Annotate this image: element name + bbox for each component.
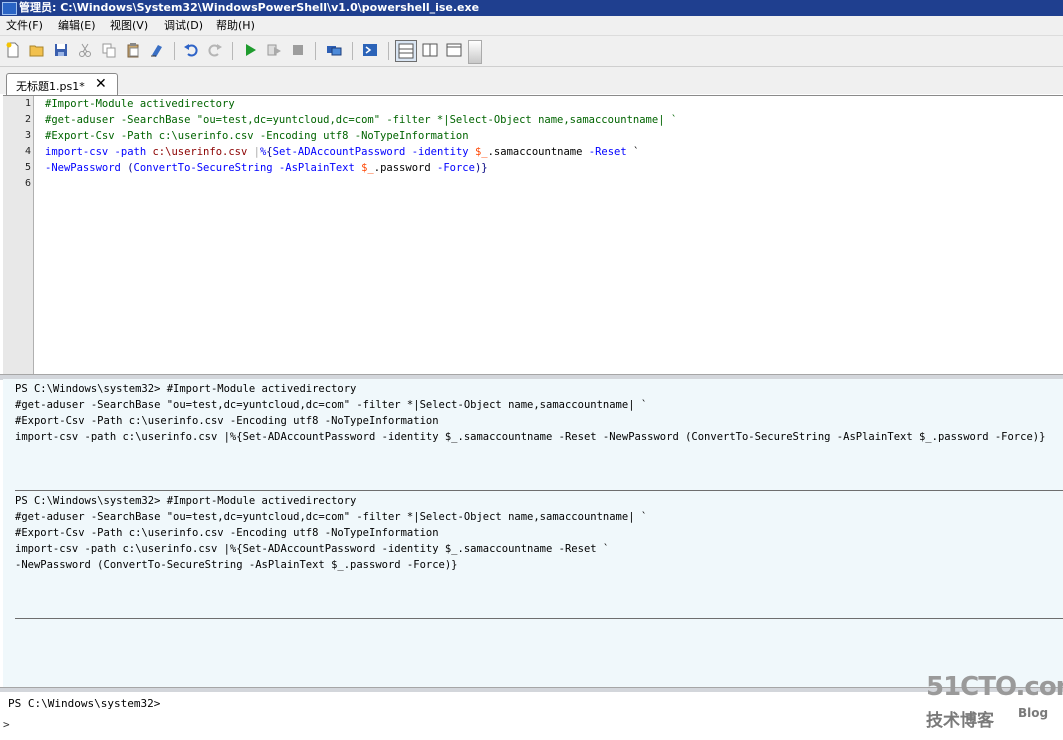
code-line: #Import-Module activedirectory bbox=[45, 96, 235, 112]
code-token: -AsPlainText bbox=[278, 162, 355, 174]
output-line: import-csv -path c:\userinfo.csv |%{Set-… bbox=[15, 431, 1046, 443]
menu-help[interactable]: 帮助(H) bbox=[214, 16, 257, 35]
tab-label: 无标题1.ps1* bbox=[16, 80, 85, 93]
line-number: 2 bbox=[24, 114, 31, 125]
code-token: c:\userinfo.csv bbox=[152, 146, 248, 158]
output-divider bbox=[15, 490, 1063, 491]
powershell-icon[interactable] bbox=[360, 40, 380, 60]
command-pane[interactable]: PS C:\Windows\system32> > bbox=[0, 692, 1063, 740]
code-token: import-csv bbox=[45, 146, 109, 158]
menu-bar: 文件(F) 编辑(E) 视图(V) 调试(D) 帮助(H) bbox=[0, 16, 1063, 36]
output-line: PS C:\Windows\system32> #Import-Module a… bbox=[15, 383, 357, 395]
save-icon[interactable] bbox=[51, 40, 71, 60]
line-number: 1 bbox=[24, 98, 31, 109]
code-token: -path bbox=[114, 146, 147, 158]
run-selection-icon[interactable] bbox=[264, 40, 284, 60]
output-line: -NewPassword (ConvertTo-SecureString -As… bbox=[15, 559, 458, 571]
code-line: -NewPassword (ConvertTo-SecureString -As… bbox=[45, 160, 488, 176]
code-token: #Import-Module activedirectory bbox=[45, 98, 235, 110]
watermark-blog: Blog bbox=[1018, 706, 1049, 720]
output-line: #Export-Csv -Path c:\userinfo.csv -Encod… bbox=[15, 415, 439, 427]
layout-top-icon[interactable] bbox=[395, 40, 417, 62]
menu-edit[interactable]: 编辑(E) bbox=[56, 16, 98, 35]
code-token: -Force bbox=[437, 162, 475, 174]
code-token: .samaccountname bbox=[487, 146, 583, 158]
output-line: #get-aduser -SearchBase "ou=test,dc=yunt… bbox=[15, 511, 648, 523]
window-title: 管理员: C:\Windows\System32\WindowsPowerShe… bbox=[19, 1, 480, 14]
input-caret[interactable]: > bbox=[3, 718, 10, 731]
paste-icon[interactable] bbox=[123, 40, 143, 60]
toolbar-separator bbox=[388, 42, 389, 60]
code-token: )} bbox=[474, 162, 488, 174]
cut-icon[interactable] bbox=[75, 40, 95, 60]
code-token: ConvertTo-SecureString bbox=[133, 162, 273, 174]
output-line: #Export-Csv -Path c:\userinfo.csv -Encod… bbox=[15, 527, 439, 539]
menu-view[interactable]: 视图(V) bbox=[108, 16, 150, 35]
tab-strip bbox=[0, 67, 1063, 94]
output-line: #get-aduser -SearchBase "ou=test,dc=yunt… bbox=[15, 399, 648, 411]
code-line: #Export-Csv -Path c:\userinfo.csv -Encod… bbox=[45, 128, 469, 144]
toolbar-separator bbox=[174, 42, 175, 60]
layout-side-icon[interactable] bbox=[420, 40, 440, 60]
copy-icon[interactable] bbox=[99, 40, 119, 60]
code-line: import-csv -path c:\userinfo.csv |%{Set-… bbox=[45, 144, 639, 160]
output-line: PS C:\Windows\system32> #Import-Module a… bbox=[15, 495, 357, 507]
menu-debug[interactable]: 调试(D) bbox=[162, 16, 205, 35]
title-bar: 管理员: C:\Windows\System32\WindowsPowerShe… bbox=[0, 0, 1063, 16]
line-number: 5 bbox=[24, 162, 31, 173]
run-icon[interactable] bbox=[240, 40, 260, 60]
line-number-gutter: 1 2 3 4 5 6 bbox=[3, 96, 34, 374]
stop-icon[interactable] bbox=[288, 40, 308, 60]
code-line: #get-aduser -SearchBase "ou=test,dc=yunt… bbox=[45, 112, 677, 128]
code-token: $_ bbox=[361, 162, 374, 174]
code-token: -NewPassword bbox=[45, 162, 121, 174]
output-divider bbox=[15, 618, 1063, 619]
code-token: -identity bbox=[411, 146, 469, 158]
code-token: -Reset bbox=[588, 146, 627, 158]
undo-icon[interactable] bbox=[181, 40, 201, 60]
watermark-subtitle: 技术博客 bbox=[926, 711, 994, 731]
code-token: Set-ADAccountPassword bbox=[272, 146, 406, 158]
toolbar-separator bbox=[232, 42, 233, 60]
code-token: $_ bbox=[474, 146, 488, 158]
toolbar-overflow-icon[interactable] bbox=[468, 40, 482, 64]
watermark-brand: 51CTO.com bbox=[926, 672, 1063, 702]
menu-file[interactable]: 文件(F) bbox=[4, 16, 45, 35]
tab-untitled1[interactable]: 无标题1.ps1* ✕ bbox=[6, 73, 118, 96]
new-file-icon[interactable] bbox=[3, 40, 23, 60]
line-number: 3 bbox=[24, 130, 31, 141]
code-token: ` bbox=[626, 146, 640, 158]
command-prompt: PS C:\Windows\system32> bbox=[8, 697, 161, 710]
code-token: #get-aduser -SearchBase "ou=test,dc=yunt… bbox=[45, 114, 678, 126]
layout-max-icon[interactable] bbox=[444, 40, 464, 60]
line-number: 6 bbox=[24, 178, 31, 189]
toolbar-separator bbox=[315, 42, 316, 60]
new-remote-tab-icon[interactable] bbox=[324, 40, 344, 60]
line-number: 4 bbox=[24, 146, 31, 157]
toolbar bbox=[0, 36, 1063, 67]
toolbar-separator bbox=[352, 42, 353, 60]
redo-icon[interactable] bbox=[205, 40, 225, 60]
clear-icon[interactable] bbox=[147, 40, 167, 60]
powershell-app-icon bbox=[2, 2, 17, 15]
close-icon[interactable]: ✕ bbox=[95, 77, 107, 91]
open-file-icon[interactable] bbox=[27, 40, 47, 60]
code-token: .password bbox=[373, 162, 431, 174]
code-token: #Export-Csv -Path c:\userinfo.csv -Encod… bbox=[45, 130, 469, 142]
watermark: 51CTO.com 技术博客 Blog bbox=[920, 672, 1063, 732]
output-line: import-csv -path c:\userinfo.csv |%{Set-… bbox=[15, 543, 610, 555]
